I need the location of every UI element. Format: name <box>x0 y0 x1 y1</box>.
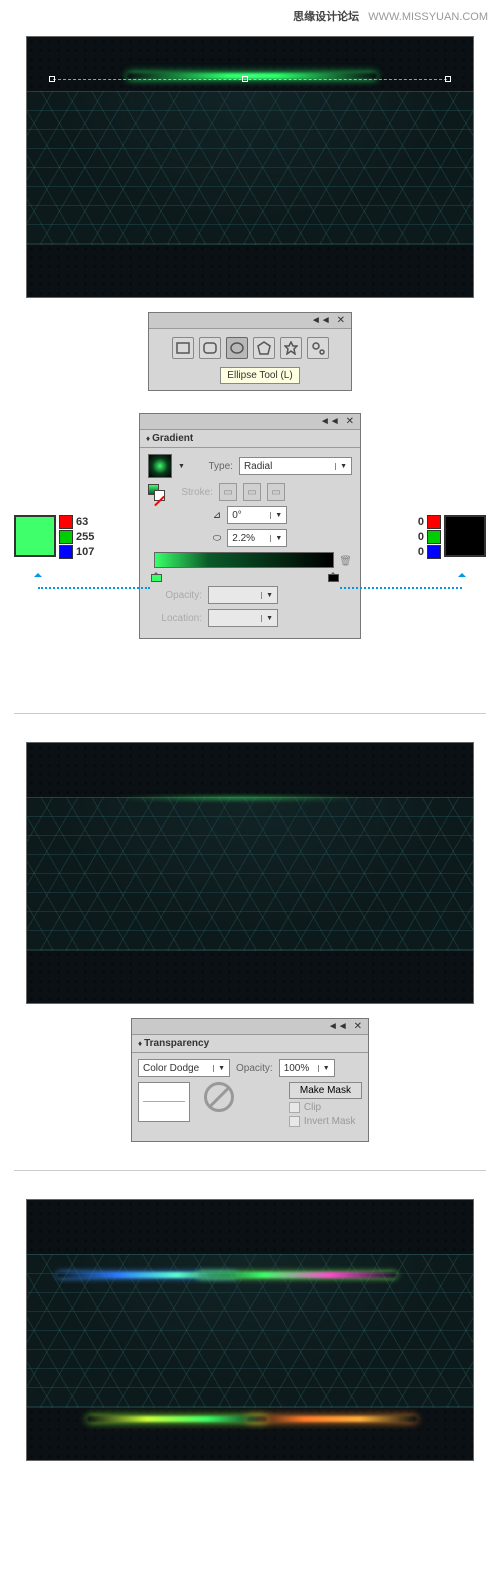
b-value: 0 <box>400 546 424 558</box>
artwork-preview-2 <box>26 742 474 1004</box>
callout-arrow-left <box>34 569 42 577</box>
object-thumbnail[interactable] <box>138 1082 190 1122</box>
callout-line-right <box>340 587 462 589</box>
mask-thumbnail-empty[interactable] <box>204 1082 234 1112</box>
collapse-icon[interactable]: ◄◄ <box>311 315 331 326</box>
close-icon[interactable]: ✕ <box>337 315 345 326</box>
g-swatch <box>427 530 441 544</box>
location-label: Location: <box>148 613 202 624</box>
gradient-preview[interactable] <box>148 454 172 478</box>
glow-orange <box>247 1416 417 1422</box>
r-swatch <box>59 515 73 529</box>
stop-opacity-input[interactable]: ▼ <box>208 586 278 604</box>
stroke-opt-3: ▭ <box>267 483 285 501</box>
blend-mode-select[interactable]: Color Dodge▼ <box>138 1059 230 1077</box>
opacity-input[interactable]: 100%▼ <box>279 1059 335 1077</box>
ellipse-tool[interactable] <box>226 337 248 359</box>
opacity-label: Opacity: <box>148 590 202 601</box>
aspect-input[interactable]: 2.2%▼ <box>227 529 287 547</box>
panel-header: ◄◄ ✕ <box>149 313 351 329</box>
gradient-panel: ◄◄ ✕ ♦Gradient ▼ Type: Radial▼ Stroke: ▭… <box>139 413 361 639</box>
gradient-slider[interactable] <box>154 552 334 568</box>
make-mask-button[interactable]: Make Mask <box>289 1082 362 1099</box>
flare-tool[interactable] <box>307 337 329 359</box>
invert-checkbox <box>289 1116 300 1127</box>
callout-line-left <box>38 587 150 589</box>
gradient-stop-left[interactable] <box>151 569 160 580</box>
watermark-url: WWW.MISSYUAN.COM <box>368 11 488 23</box>
fill-stroke-swatch[interactable] <box>148 484 165 501</box>
aspect-icon: ⬭ <box>213 533 222 544</box>
g-value: 255 <box>76 531 100 543</box>
gradient-type-select[interactable]: Radial▼ <box>239 457 352 475</box>
collapse-icon[interactable]: ◄◄ <box>328 1021 348 1032</box>
dropdown-icon[interactable]: ▼ <box>178 463 185 470</box>
panel-header: ◄◄ ✕ <box>140 414 360 430</box>
transparency-panel: ◄◄ ✕ ♦Transparency Color Dodge▼ Opacity:… <box>131 1018 369 1142</box>
stop-location-input[interactable]: ▼ <box>208 609 278 627</box>
hex-band <box>27 91 473 245</box>
glow-lime <box>87 1416 267 1422</box>
angle-input[interactable]: 0°▼ <box>227 506 287 524</box>
glow-result <box>107 796 367 800</box>
artwork-preview-1 <box>26 36 474 298</box>
r-swatch <box>427 515 441 529</box>
polygon-tool[interactable] <box>253 337 275 359</box>
r-value: 0 <box>400 516 424 528</box>
stroke-opt-1: ▭ <box>219 483 237 501</box>
type-label: Type: <box>191 461 233 472</box>
glow-green-pink <box>197 1272 397 1278</box>
color-callout-right: 0 0 0 <box>400 515 486 559</box>
watermark: 思缘设计论坛 WWW.MISSYUAN.COM <box>0 0 500 28</box>
invert-label: Invert Mask <box>304 1116 356 1127</box>
stroke-label: Stroke: <box>171 487 213 498</box>
watermark-brand: 思缘设计论坛 <box>293 11 359 23</box>
transparency-tab[interactable]: ♦Transparency <box>132 1035 368 1053</box>
b-swatch <box>427 545 441 559</box>
right-color-swatch <box>444 515 486 557</box>
delete-stop-icon[interactable]: 🗑 <box>339 556 352 567</box>
tool-tooltip: Ellipse Tool (L) <box>220 367 299 384</box>
g-swatch <box>59 530 73 544</box>
shape-tools-panel: ◄◄ ✕ Ellipse Tool (L) <box>148 312 352 391</box>
left-color-swatch <box>14 515 56 557</box>
close-icon[interactable]: ✕ <box>346 416 354 427</box>
collapse-icon[interactable]: ◄◄ <box>320 416 340 427</box>
b-value: 107 <box>76 546 100 558</box>
section-divider <box>14 1170 486 1171</box>
section-divider <box>14 713 486 714</box>
star-tool[interactable] <box>280 337 302 359</box>
hex-band <box>27 797 473 951</box>
opacity-label: Opacity: <box>236 1063 273 1074</box>
clip-checkbox <box>289 1102 300 1113</box>
stroke-opt-2: ▭ <box>243 483 261 501</box>
gradient-stop-right[interactable] <box>328 569 337 580</box>
artwork-preview-3 <box>26 1199 474 1461</box>
clip-label: Clip <box>304 1102 321 1113</box>
rectangle-tool[interactable] <box>172 337 194 359</box>
path-selection <box>49 73 451 85</box>
callout-arrow-right <box>458 569 466 577</box>
gradient-tab[interactable]: ♦Gradient <box>140 430 360 448</box>
angle-icon: ⊿ <box>213 510 221 521</box>
close-icon[interactable]: ✕ <box>354 1021 362 1032</box>
panel-header: ◄◄ ✕ <box>132 1019 368 1035</box>
color-callout-left: 63 255 107 <box>14 515 100 559</box>
r-value: 63 <box>76 516 100 528</box>
rounded-rect-tool[interactable] <box>199 337 221 359</box>
b-swatch <box>59 545 73 559</box>
g-value: 0 <box>400 531 424 543</box>
